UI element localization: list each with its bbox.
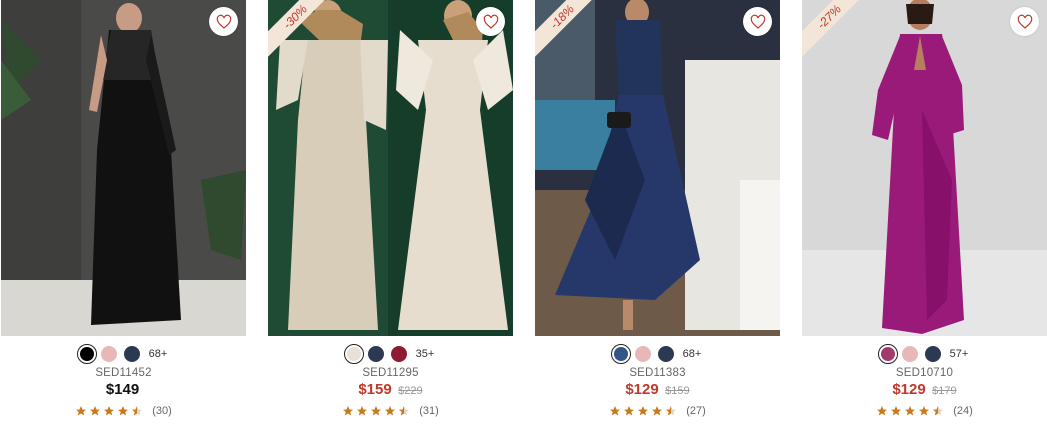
star-icon <box>118 406 129 416</box>
product-sku[interactable]: SED11452 <box>1 367 246 379</box>
star-icon <box>624 406 635 416</box>
color-swatches: 68+ <box>535 344 780 364</box>
star-icon <box>891 406 902 416</box>
product-image[interactable]: -18% <box>535 0 780 336</box>
star-icon <box>385 406 396 416</box>
star-icon <box>877 406 888 416</box>
star-icon <box>905 406 916 416</box>
color-swatch[interactable] <box>76 344 97 364</box>
dress-photo-navy-gown <box>535 0 780 336</box>
current-price: $129 <box>625 381 659 398</box>
heart-outline-icon <box>750 14 765 29</box>
star-icon <box>104 406 115 416</box>
product-image[interactable]: -30% <box>268 0 513 336</box>
color-swatch[interactable] <box>100 346 117 362</box>
color-swatch[interactable] <box>390 346 407 362</box>
color-swatches: 68+ <box>1 344 246 364</box>
star-rating[interactable]: (27) <box>535 405 780 417</box>
star-rating[interactable]: (30) <box>1 405 246 417</box>
more-colors-link[interactable]: 35+ <box>416 348 435 360</box>
original-price: $179 <box>932 385 957 397</box>
wishlist-button[interactable] <box>209 7 238 36</box>
stars <box>75 405 145 417</box>
review-count: (24) <box>953 405 973 417</box>
stars <box>342 405 412 417</box>
original-price: $159 <box>665 385 690 397</box>
color-swatch[interactable] <box>924 346 941 362</box>
color-swatch[interactable] <box>610 344 631 364</box>
wishlist-button[interactable] <box>476 7 505 36</box>
star-rating[interactable]: (24) <box>802 405 1047 417</box>
color-swatch[interactable] <box>343 344 364 364</box>
color-swatch[interactable] <box>367 346 384 362</box>
color-swatch[interactable] <box>123 346 140 362</box>
heart-outline-icon <box>1017 14 1032 29</box>
more-colors-link[interactable]: 57+ <box>950 348 969 360</box>
star-icon <box>610 406 621 416</box>
product-image[interactable] <box>1 0 246 336</box>
color-swatches: 35+ <box>268 344 513 364</box>
color-swatch[interactable] <box>634 346 651 362</box>
color-swatch[interactable] <box>877 344 898 364</box>
current-price: $159 <box>358 381 392 398</box>
heart-outline-icon <box>216 14 231 29</box>
product-sku[interactable]: SED11295 <box>268 367 513 379</box>
product-card[interactable]: 68+ SED11452 $149 (30) <box>1 0 246 427</box>
dress-photo-black-jumpsuit <box>1 0 246 336</box>
more-colors-link[interactable]: 68+ <box>683 348 702 360</box>
star-icon <box>666 406 677 416</box>
review-count: (27) <box>686 405 706 417</box>
star-icon <box>933 406 944 416</box>
product-sku[interactable]: SED10710 <box>802 367 1047 379</box>
dress-photo-magenta-gown <box>802 0 1047 336</box>
dress-photo-sequin-gown <box>268 0 513 336</box>
product-card[interactable]: -18% 68+ SED11383 $129 $159 (27) <box>535 0 780 427</box>
price-block: $149 <box>1 381 246 401</box>
star-icon <box>638 406 649 416</box>
stars <box>876 405 946 417</box>
star-icon <box>132 406 143 416</box>
wishlist-button[interactable] <box>743 7 772 36</box>
star-icon <box>76 406 87 416</box>
current-price: $129 <box>892 381 926 398</box>
star-icon <box>357 406 368 416</box>
product-card[interactable]: -27% 57+ SED10710 $129 $179 (24) <box>802 0 1047 427</box>
wishlist-button[interactable] <box>1010 7 1039 36</box>
color-swatches: 57+ <box>802 344 1047 364</box>
product-grid: 68+ SED11452 $149 (30) -30% 35+ SED11295… <box>0 0 1047 427</box>
star-icon <box>652 406 663 416</box>
price-block: $129 $159 <box>535 381 780 401</box>
star-icon <box>399 406 410 416</box>
color-swatch[interactable] <box>901 346 918 362</box>
star-icon <box>90 406 101 416</box>
star-icon <box>343 406 354 416</box>
star-rating[interactable]: (31) <box>268 405 513 417</box>
product-image[interactable]: -27% <box>802 0 1047 336</box>
price-block: $159 $229 <box>268 381 513 401</box>
price-block: $129 $179 <box>802 381 1047 401</box>
current-price: $149 <box>105 381 140 398</box>
product-sku[interactable]: SED11383 <box>535 367 780 379</box>
product-card[interactable]: -30% 35+ SED11295 $159 $229 (31) <box>268 0 513 427</box>
heart-outline-icon <box>483 14 498 29</box>
more-colors-link[interactable]: 68+ <box>149 348 168 360</box>
review-count: (30) <box>152 405 172 417</box>
review-count: (31) <box>419 405 439 417</box>
stars <box>609 405 679 417</box>
color-swatch[interactable] <box>657 346 674 362</box>
star-icon <box>919 406 930 416</box>
star-icon <box>371 406 382 416</box>
original-price: $229 <box>398 385 423 397</box>
